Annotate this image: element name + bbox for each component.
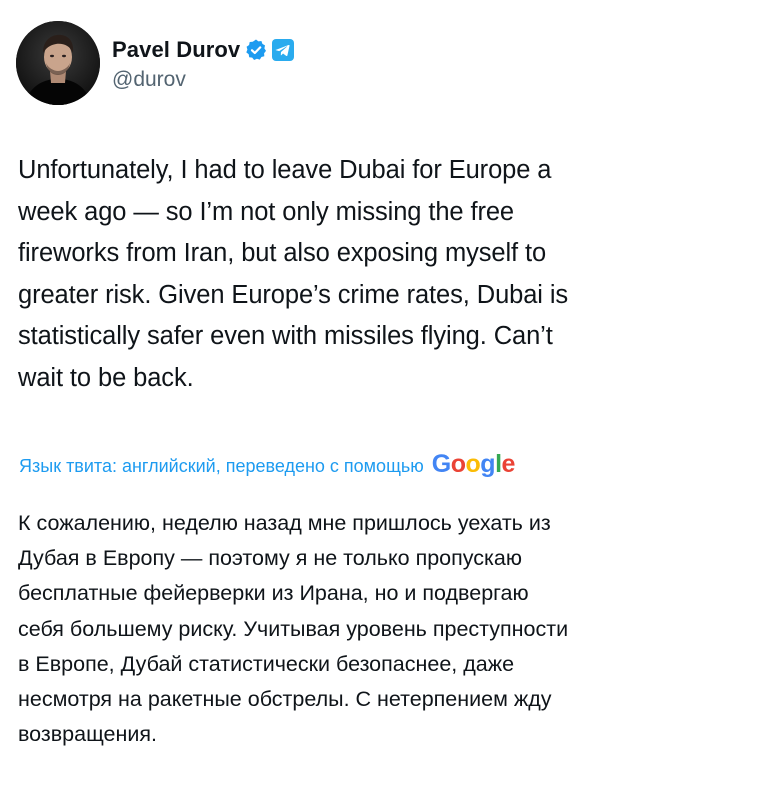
google-logo-letter: e: [501, 450, 516, 478]
translation-label[interactable]: Язык твита: английский, переведено с пом…: [19, 456, 424, 477]
author-handle[interactable]: @durov: [112, 68, 295, 92]
tweet: Pavel Durov @durov Unfortunately, I had …: [0, 0, 762, 800]
author-info: Pavel Durov @durov: [112, 34, 295, 92]
telegram-icon[interactable]: [271, 38, 295, 62]
tweet-header: Pavel Durov @durov: [16, 20, 295, 106]
google-logo-letter: o: [450, 450, 466, 478]
name-row: Pavel Durov: [112, 34, 295, 66]
google-logo-letter: g: [480, 450, 496, 478]
google-logo-letter: o: [465, 450, 481, 478]
display-name[interactable]: Pavel Durov: [112, 37, 240, 63]
verified-badge-icon: [244, 38, 268, 62]
tweet-text-original: Unfortunately, I had to leave Dubai for …: [18, 156, 569, 392]
translation-attribution: Язык твита: английский, переведено с пом…: [19, 450, 515, 479]
avatar[interactable]: [16, 21, 100, 105]
google-logo: Google: [431, 450, 516, 479]
google-logo-letter: G: [431, 450, 451, 478]
tweet-text-translated: К сожалению, неделю назад мне пришлось у…: [18, 511, 569, 747]
